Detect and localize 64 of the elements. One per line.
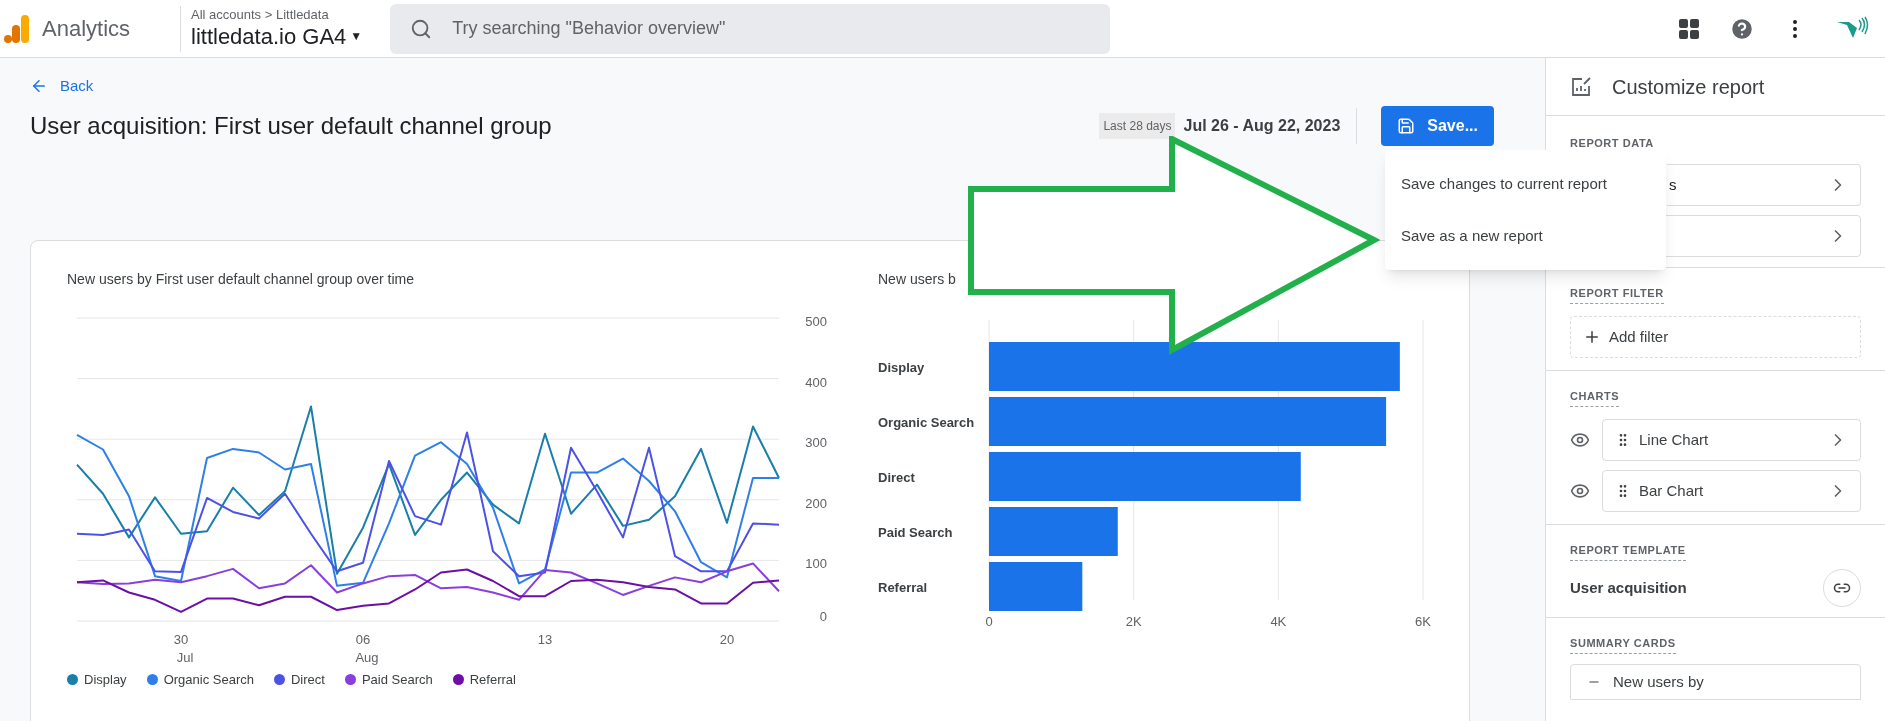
x-axis-label: 20 — [719, 632, 735, 647]
x-axis-label: 30 — [173, 632, 189, 647]
x-axis-label: 06 — [355, 632, 371, 647]
item-label: s — [1669, 174, 1677, 195]
analytics-logo-icon — [4, 14, 30, 43]
panel-title: Customize report — [1612, 74, 1765, 100]
date-preset-chip: Last 28 days — [1099, 113, 1176, 139]
legend-label: Referral — [469, 671, 516, 689]
x-axis-label: Aug — [355, 650, 379, 665]
chart-edit-icon — [1570, 75, 1592, 98]
eye-icon[interactable] — [1570, 481, 1590, 501]
category-label: Referral — [878, 580, 928, 595]
y-axis-label: 500 — [805, 314, 827, 329]
eye-icon[interactable] — [1570, 430, 1590, 450]
template-name: User acquisition — [1570, 577, 1687, 598]
legend-label: Display — [84, 671, 127, 689]
legend-label: Direct — [290, 671, 325, 689]
caret-icon: ▼ — [350, 29, 363, 45]
back-link[interactable]: Back — [30, 72, 94, 100]
category-label: Organic Search — [878, 415, 975, 430]
menu-item[interactable]: Save as a new report — [1385, 210, 1666, 262]
x-axis-label: 2K — [1125, 614, 1142, 629]
report-title: User acquisition: First user default channel group — [30, 111, 552, 141]
summary-card-item[interactable]: New users by — [1570, 664, 1861, 700]
search-icon — [410, 17, 433, 40]
chart-item[interactable]: Line Chart — [1602, 419, 1861, 461]
plus-icon — [1583, 328, 1601, 346]
section-heading: REPORT FILTER — [1570, 285, 1664, 304]
category-label: Paid Search — [878, 525, 953, 540]
x-axis-label: 0 — [985, 614, 993, 629]
app-name: Analytics — [42, 15, 131, 43]
y-axis-label: 300 — [805, 435, 827, 451]
y-axis-label: 200 — [805, 495, 827, 511]
dimension-item[interactable]: s — [1667, 164, 1861, 206]
search-input[interactable]: Try searching "Behavior overview" — [452, 15, 1091, 42]
section-heading: SUMMARY CARDS — [1570, 635, 1676, 654]
item-label: Bar Chart — [1639, 480, 1704, 501]
save-button[interactable]: Save... — [1381, 106, 1494, 146]
category-label: Display — [878, 360, 925, 375]
legend-label: Paid Search — [361, 671, 433, 689]
section-heading: CHARTS — [1570, 388, 1620, 407]
y-axis-label: 100 — [805, 556, 827, 572]
y-axis-label: 0 — [819, 609, 827, 624]
x-axis-label: 4K — [1270, 614, 1287, 629]
add-filter-button[interactable]: Add filter — [1570, 316, 1861, 358]
menu-item[interactable]: Save changes to current report — [1385, 158, 1666, 210]
category-label: Direct — [878, 470, 915, 485]
y-axis-label: 400 — [805, 374, 827, 390]
search-field[interactable]: Try searching "Behavior overview" — [390, 3, 1111, 54]
breadcrumb[interactable]: All accounts > Littledata — [191, 6, 363, 23]
section-heading: REPORT DATA — [1570, 135, 1654, 154]
chart-title: New users by First user default channel group over time — [67, 270, 416, 289]
x-axis-label: Jul — [176, 650, 194, 665]
apps-icon[interactable] — [1677, 16, 1701, 41]
property-selector[interactable]: littledata.io GA4 ▼ — [191, 22, 363, 51]
save-icon — [1397, 117, 1416, 135]
item-label: Line Chart — [1639, 429, 1709, 450]
legend-label: Organic Search — [163, 671, 254, 689]
chart-item[interactable]: Bar Chart — [1602, 470, 1861, 512]
section-heading: REPORT TEMPLATE — [1570, 542, 1686, 561]
item-label: New users by — [1613, 671, 1704, 692]
chart-title: New users b — [878, 270, 957, 289]
x-axis-label: 6K — [1415, 614, 1431, 629]
x-axis-label: 13 — [537, 632, 553, 647]
